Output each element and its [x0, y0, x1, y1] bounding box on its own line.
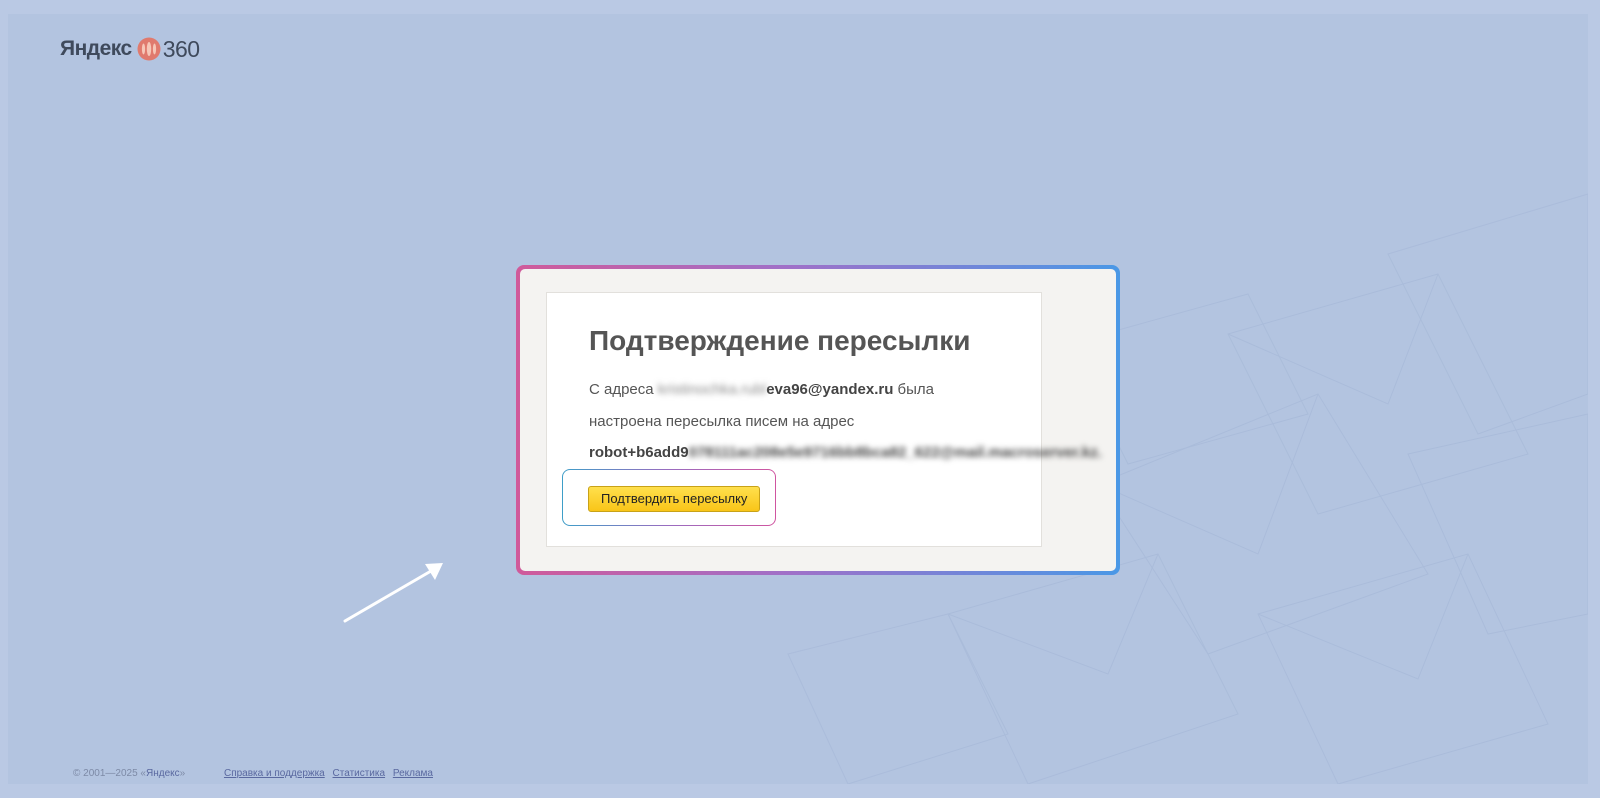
target-email: robot+b6add9078111ac208e5e9716bb8bca82_6… — [589, 444, 1102, 461]
forwarding-confirmation-panel: Подтверждение пересылки С адреса kristin… — [516, 265, 1120, 575]
confirm-button-highlight: Подтвердить пересылку — [562, 469, 776, 526]
panel-inner: Подтверждение пересылки С адреса kristin… — [520, 269, 1116, 571]
source-email: eva96@yandex.ru — [766, 381, 894, 398]
yandex-360-logo-icon — [137, 37, 161, 61]
footer-links: Справка и поддержка Статистика Реклама — [224, 768, 438, 779]
logo-brand: Яндекс — [60, 37, 132, 60]
copyright: © 2001—2025 «Яндекс» — [73, 768, 186, 779]
forwarding-text-line-2: настроена пересылка писем на адрес — [589, 413, 855, 430]
card-title: Подтверждение пересылки — [589, 325, 971, 356]
confirm-forwarding-button[interactable]: Подтвердить пересылку — [588, 486, 761, 512]
logo-number: 360 — [162, 35, 200, 62]
footer-link-help[interactable]: Справка и поддержка — [224, 768, 325, 779]
copyright-yandex-link[interactable]: Яндекс — [146, 768, 180, 779]
source-email-blurred: kristinochka.rubl — [657, 381, 767, 398]
footer-link-statistics[interactable]: Статистика — [333, 768, 386, 779]
pointer-arrow-icon — [343, 563, 443, 623]
footer: © 2001—2025 «Яндекс» Справка и поддержка… — [73, 768, 438, 779]
target-email-blurred: 078111ac208e5e9716bb8bca82_622@mail.macr… — [688, 444, 1102, 461]
page-frame: Яндекс 360 Подтверждение пересылки С адр… — [8, 14, 1588, 784]
target-email-visible: robot+b6add9 — [589, 444, 689, 461]
footer-link-advertising[interactable]: Реклама — [393, 768, 433, 779]
line1-prefix: С адреса — [589, 381, 658, 398]
yandex-360-logo[interactable]: Яндекс 360 — [60, 34, 200, 64]
confirmation-card: Подтверждение пересылки С адреса kristin… — [546, 292, 1102, 547]
forwarding-text-line-1: С адреса kristinochka.rubleva96@yandex.r… — [589, 381, 934, 398]
line1-suffix: была — [893, 381, 935, 398]
